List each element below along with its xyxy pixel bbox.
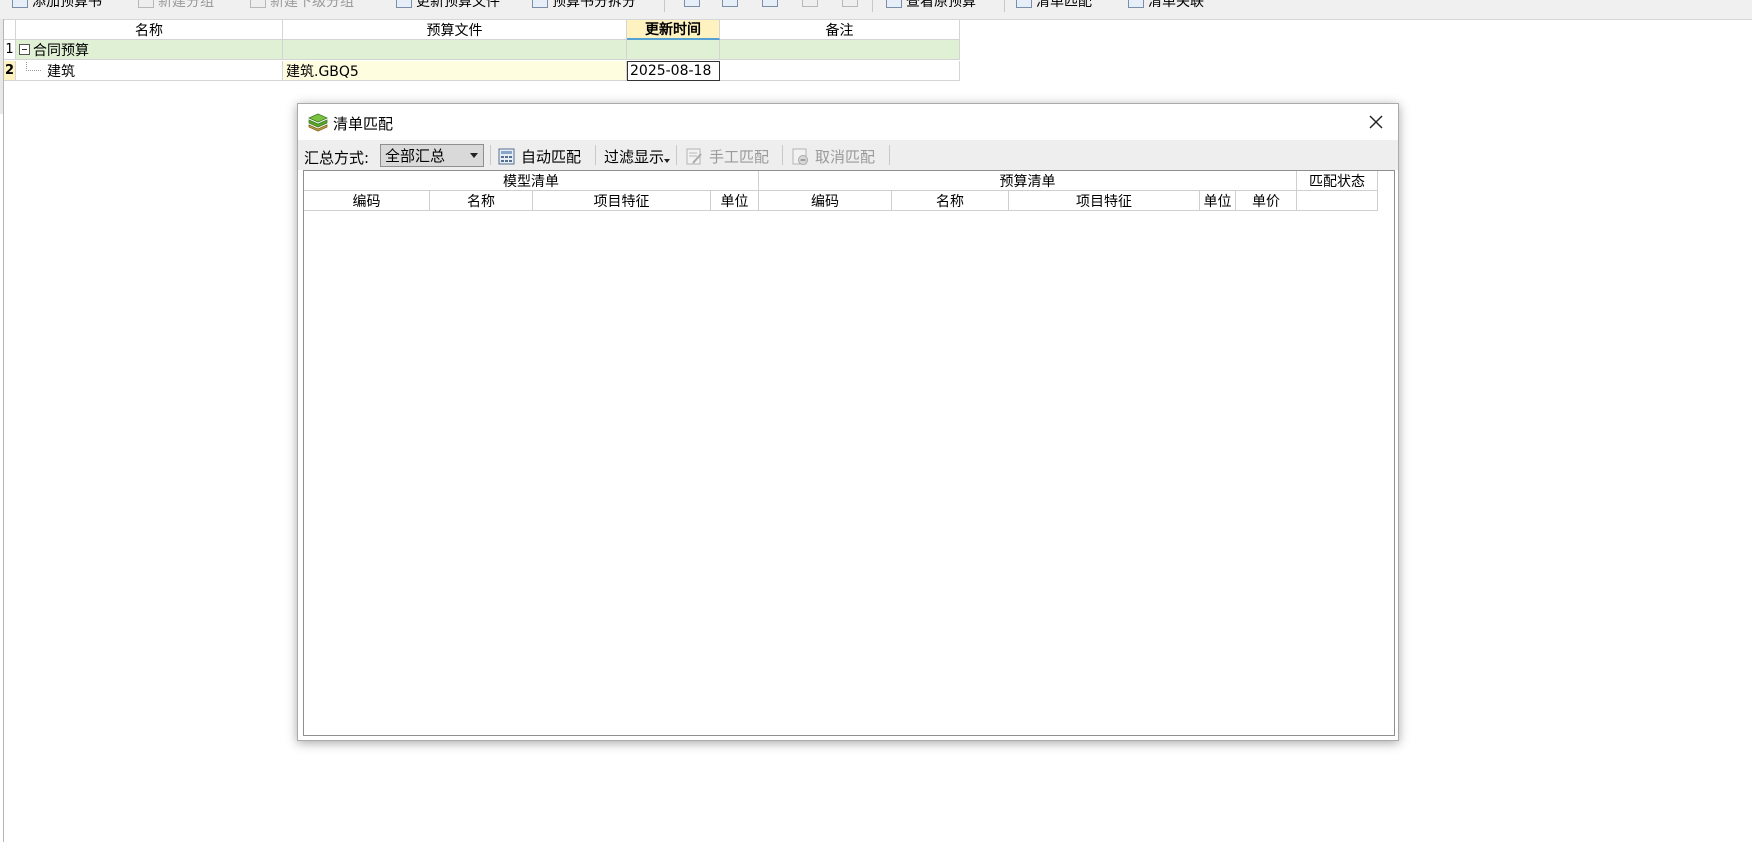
- group-budget-list: 预算清单: [759, 171, 1297, 191]
- toolbar-separator: [676, 145, 677, 165]
- filter-display-button[interactable]: 过滤显示: [604, 146, 671, 166]
- list-link-icon: [1128, 0, 1144, 8]
- update-file-icon: [396, 0, 412, 8]
- cell-update-time[interactable]: [627, 40, 720, 60]
- split-icon: [532, 0, 548, 8]
- view-original-budget-button[interactable]: 查看原预算: [886, 0, 976, 10]
- new-subgroup-icon: [250, 0, 266, 8]
- toolbar-separator: [889, 145, 890, 165]
- toolbar-separator: [872, 0, 873, 12]
- summary-mode-value: 全部汇总: [385, 147, 446, 165]
- stack-layers-icon: [308, 113, 328, 132]
- header-note[interactable]: 备注: [720, 20, 960, 40]
- cell-name[interactable]: 建筑: [16, 61, 283, 81]
- toolbar-separator: [664, 0, 665, 12]
- row-number: 1: [4, 40, 16, 60]
- dialog-title: 清单匹配: [333, 115, 394, 133]
- cancel-document-icon: [792, 148, 808, 165]
- edit-document-icon: [686, 148, 702, 164]
- manual-match-button[interactable]: 手工匹配: [686, 146, 769, 166]
- list-match-dialog: 清单匹配 汇总方式: 全部汇总 自动匹配 过滤显示 手工匹配 取消匹配 模型清单…: [297, 103, 1399, 741]
- header-name[interactable]: 名称: [16, 20, 283, 40]
- split-budget-button[interactable]: 预算书分拆分: [532, 0, 636, 10]
- cancel-match-button[interactable]: 取消匹配: [792, 146, 875, 166]
- dialog-toolbar: 汇总方式: 全部汇总 自动匹配 过滤显示 手工匹配 取消匹配: [298, 140, 1398, 170]
- delete-icon[interactable]: [842, 0, 858, 7]
- header-model-feature[interactable]: 项目特征: [533, 191, 711, 211]
- toolbar-separator: [1004, 0, 1005, 12]
- header-budget-unit[interactable]: 单位: [1200, 191, 1236, 211]
- collapse-icon[interactable]: [19, 44, 30, 55]
- update-budget-file-button[interactable]: 更新预算文件: [396, 0, 500, 10]
- header-model-code[interactable]: 编码: [304, 191, 430, 211]
- match-table: 模型清单 预算清单 匹配状态 编码 名称 项目特征 单位 编码 名称 项目特征 …: [303, 170, 1395, 736]
- cell-name[interactable]: 合同预算: [16, 40, 283, 60]
- list-match-icon: [1016, 0, 1032, 8]
- header-budget-file[interactable]: 预算文件: [283, 20, 627, 40]
- new-group-button[interactable]: 新建分组: [138, 0, 214, 10]
- document-icon[interactable]: [762, 0, 778, 7]
- add-budget-icon: [12, 0, 28, 8]
- toolbar-separator: [595, 145, 596, 165]
- summary-mode-select[interactable]: 全部汇总: [380, 144, 484, 167]
- header-budget-code[interactable]: 编码: [759, 191, 892, 211]
- tree-connector: [26, 61, 41, 71]
- cell-budget-file[interactable]: 建筑.GBQ5: [283, 61, 627, 81]
- group-model-list: 模型清单: [304, 171, 759, 191]
- header-match-status-sub: [1297, 191, 1378, 211]
- copy-icon[interactable]: [684, 0, 700, 7]
- header-budget-feature[interactable]: 项目特征: [1009, 191, 1200, 211]
- dropdown-arrow-icon: [664, 159, 671, 163]
- header-corner: [4, 20, 16, 40]
- undo-icon[interactable]: [802, 0, 818, 7]
- new-group-icon: [138, 0, 154, 8]
- paste-icon[interactable]: [722, 0, 738, 7]
- dropdown-arrow-icon: [470, 153, 478, 158]
- view-budget-icon: [886, 0, 902, 8]
- table-row[interactable]: 1 合同预算: [4, 40, 960, 60]
- row-number: 2: [4, 61, 16, 81]
- toolbar-separator: [782, 145, 783, 165]
- dialog-title-bar[interactable]: 清单匹配: [298, 104, 1398, 140]
- new-subgroup-button[interactable]: 新建下级分组: [250, 0, 354, 10]
- header-budget-price[interactable]: 单价: [1236, 191, 1297, 211]
- close-icon[interactable]: [1366, 112, 1386, 132]
- top-toolbar: 添加预算书 新建分组 新建下级分组 更新预算文件 预算书分拆分 查看原预算 清单…: [0, 0, 1752, 20]
- header-match-status[interactable]: 匹配状态: [1297, 171, 1378, 191]
- auto-match-button[interactable]: 自动匹配: [498, 146, 581, 166]
- cell-update-time[interactable]: 2025-08-18: [627, 61, 720, 81]
- add-budget-button[interactable]: 添加预算书: [12, 0, 102, 10]
- cell-note[interactable]: [720, 61, 960, 81]
- header-model-unit[interactable]: 单位: [711, 191, 759, 211]
- header-budget-name[interactable]: 名称: [892, 191, 1009, 211]
- calculator-icon: [498, 148, 515, 164]
- summary-mode-label: 汇总方式:: [304, 149, 370, 167]
- list-link-button[interactable]: 清单关联: [1128, 0, 1204, 10]
- list-match-button[interactable]: 清单匹配: [1016, 0, 1092, 10]
- cell-budget-file[interactable]: [283, 40, 627, 60]
- grid-header-row: 名称 预算文件 更新时间 备注: [4, 20, 960, 40]
- left-border: [3, 19, 4, 842]
- toolbar-separator: [490, 145, 491, 165]
- cell-note[interactable]: [720, 40, 960, 60]
- header-model-name[interactable]: 名称: [430, 191, 533, 211]
- table-row[interactable]: 2 建筑 建筑.GBQ5 2025-08-18: [4, 61, 960, 81]
- header-update-time[interactable]: 更新时间: [627, 20, 720, 40]
